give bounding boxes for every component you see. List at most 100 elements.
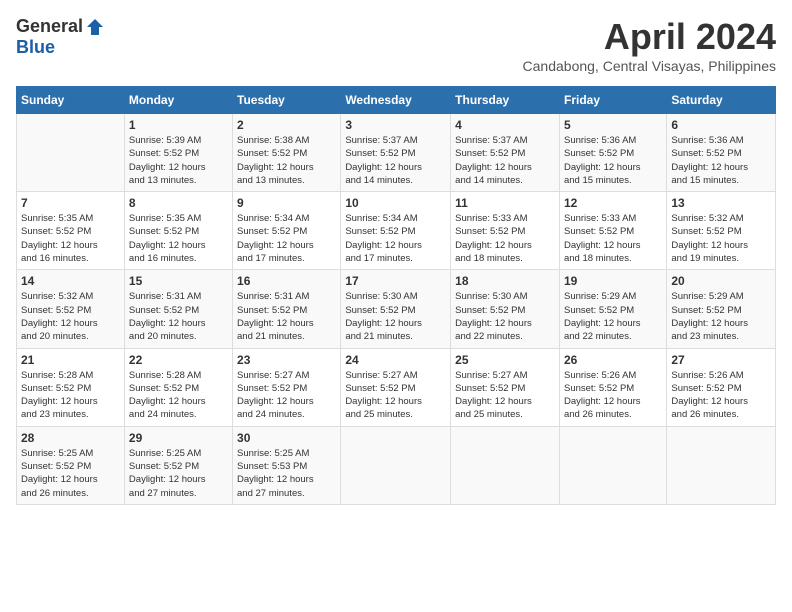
day-info: Sunrise: 5:33 AMSunset: 5:52 PMDaylight:… [455, 212, 555, 265]
calendar-cell [451, 426, 560, 504]
calendar-cell: 8 Sunrise: 5:35 AMSunset: 5:52 PMDaylight… [124, 192, 232, 270]
calendar-cell: 23 Sunrise: 5:27 AMSunset: 5:52 PMDayligh… [233, 348, 341, 426]
calendar-cell [341, 426, 451, 504]
location-text: Candabong, Central Visayas, Philippines [523, 58, 776, 74]
day-info: Sunrise: 5:34 AMSunset: 5:52 PMDaylight:… [345, 212, 446, 265]
day-info: Sunrise: 5:36 AMSunset: 5:52 PMDaylight:… [564, 134, 662, 187]
day-number: 23 [237, 353, 336, 367]
logo-icon [85, 17, 105, 37]
day-number: 28 [21, 431, 120, 445]
day-number: 14 [21, 274, 120, 288]
calendar-cell: 1 Sunrise: 5:39 AMSunset: 5:52 PMDaylight… [124, 114, 232, 192]
column-header-friday: Friday [559, 87, 666, 114]
calendar-cell: 25 Sunrise: 5:27 AMSunset: 5:52 PMDayligh… [451, 348, 560, 426]
calendar-cell: 28 Sunrise: 5:25 AMSunset: 5:52 PMDayligh… [17, 426, 125, 504]
calendar-cell: 18 Sunrise: 5:30 AMSunset: 5:52 PMDayligh… [451, 270, 560, 348]
day-info: Sunrise: 5:32 AMSunset: 5:52 PMDaylight:… [21, 290, 120, 343]
day-number: 2 [237, 118, 336, 132]
day-number: 6 [671, 118, 771, 132]
calendar-week-row: 21Sunrise: 5:28 AMSunset: 5:52 PMDayligh… [17, 348, 776, 426]
column-header-wednesday: Wednesday [341, 87, 451, 114]
day-info: Sunrise: 5:37 AMSunset: 5:52 PMDaylight:… [345, 134, 446, 187]
calendar-cell: 21Sunrise: 5:28 AMSunset: 5:52 PMDayligh… [17, 348, 125, 426]
day-info: Sunrise: 5:28 AMSunset: 5:52 PMDaylight:… [21, 369, 120, 422]
day-info: Sunrise: 5:27 AMSunset: 5:52 PMDaylight:… [455, 369, 555, 422]
calendar-cell: 26 Sunrise: 5:26 AMSunset: 5:52 PMDayligh… [559, 348, 666, 426]
day-info: Sunrise: 5:28 AMSunset: 5:52 PMDaylight:… [129, 369, 228, 422]
day-number: 22 [129, 353, 228, 367]
day-number: 24 [345, 353, 446, 367]
day-number: 18 [455, 274, 555, 288]
logo-general-text: General [16, 16, 83, 37]
day-info: Sunrise: 5:25 AMSunset: 5:52 PMDaylight:… [21, 447, 120, 500]
day-info: Sunrise: 5:29 AMSunset: 5:52 PMDaylight:… [564, 290, 662, 343]
logo-blue-text: Blue [16, 37, 55, 58]
calendar-cell: 22 Sunrise: 5:28 AMSunset: 5:52 PMDayligh… [124, 348, 232, 426]
day-info: Sunrise: 5:30 AMSunset: 5:52 PMDaylight:… [345, 290, 446, 343]
calendar-cell: 14 Sunrise: 5:32 AMSunset: 5:52 PMDayligh… [17, 270, 125, 348]
day-number: 3 [345, 118, 446, 132]
day-info: Sunrise: 5:27 AMSunset: 5:52 PMDaylight:… [237, 369, 336, 422]
day-info: Sunrise: 5:31 AMSunset: 5:52 PMDaylight:… [237, 290, 336, 343]
day-number: 11 [455, 196, 555, 210]
day-number: 8 [129, 196, 228, 210]
calendar-cell: 30Sunrise: 5:25 AMSunset: 5:53 PMDayligh… [233, 426, 341, 504]
calendar-cell: 29Sunrise: 5:25 AMSunset: 5:52 PMDayligh… [124, 426, 232, 504]
calendar-cell: 19 Sunrise: 5:29 AMSunset: 5:52 PMDayligh… [559, 270, 666, 348]
day-number: 16 [237, 274, 336, 288]
day-info: Sunrise: 5:35 AMSunset: 5:52 PMDaylight:… [129, 212, 228, 265]
day-info: Sunrise: 5:32 AMSunset: 5:52 PMDaylight:… [671, 212, 771, 265]
calendar-cell [17, 114, 125, 192]
calendar-cell: 3 Sunrise: 5:37 AMSunset: 5:52 PMDaylight… [341, 114, 451, 192]
calendar-cell: 27Sunrise: 5:26 AMSunset: 5:52 PMDayligh… [667, 348, 776, 426]
day-info: Sunrise: 5:35 AMSunset: 5:52 PMDaylight:… [21, 212, 120, 265]
calendar-cell: 15Sunrise: 5:31 AMSunset: 5:52 PMDayligh… [124, 270, 232, 348]
calendar-cell: 13 Sunrise: 5:32 AMSunset: 5:52 PMDayligh… [667, 192, 776, 270]
calendar-cell: 12 Sunrise: 5:33 AMSunset: 5:52 PMDayligh… [559, 192, 666, 270]
calendar-cell: 17 Sunrise: 5:30 AMSunset: 5:52 PMDayligh… [341, 270, 451, 348]
calendar-cell: 7Sunrise: 5:35 AMSunset: 5:52 PMDaylight… [17, 192, 125, 270]
calendar-week-row: 28 Sunrise: 5:25 AMSunset: 5:52 PMDayligh… [17, 426, 776, 504]
day-number: 12 [564, 196, 662, 210]
day-info: Sunrise: 5:26 AMSunset: 5:52 PMDaylight:… [671, 369, 771, 422]
day-info: Sunrise: 5:27 AMSunset: 5:52 PMDaylight:… [345, 369, 446, 422]
column-header-saturday: Saturday [667, 87, 776, 114]
day-info: Sunrise: 5:33 AMSunset: 5:52 PMDaylight:… [564, 212, 662, 265]
title-section: April 2024 Candabong, Central Visayas, P… [523, 16, 776, 74]
day-number: 1 [129, 118, 228, 132]
day-number: 13 [671, 196, 771, 210]
day-info: Sunrise: 5:39 AMSunset: 5:52 PMDaylight:… [129, 134, 228, 187]
day-info: Sunrise: 5:34 AMSunset: 5:52 PMDaylight:… [237, 212, 336, 265]
day-number: 15 [129, 274, 228, 288]
day-number: 19 [564, 274, 662, 288]
day-number: 26 [564, 353, 662, 367]
day-info: Sunrise: 5:26 AMSunset: 5:52 PMDaylight:… [564, 369, 662, 422]
calendar-cell: 11 Sunrise: 5:33 AMSunset: 5:52 PMDayligh… [451, 192, 560, 270]
day-number: 25 [455, 353, 555, 367]
day-number: 10 [345, 196, 446, 210]
column-header-thursday: Thursday [451, 87, 560, 114]
day-number: 29 [129, 431, 228, 445]
day-number: 4 [455, 118, 555, 132]
calendar-cell: 16 Sunrise: 5:31 AMSunset: 5:52 PMDayligh… [233, 270, 341, 348]
calendar-cell: 20Sunrise: 5:29 AMSunset: 5:52 PMDayligh… [667, 270, 776, 348]
day-number: 17 [345, 274, 446, 288]
day-info: Sunrise: 5:37 AMSunset: 5:52 PMDaylight:… [455, 134, 555, 187]
calendar-header-row: SundayMondayTuesdayWednesdayThursdayFrid… [17, 87, 776, 114]
column-header-tuesday: Tuesday [233, 87, 341, 114]
calendar-cell: 10 Sunrise: 5:34 AMSunset: 5:52 PMDayligh… [341, 192, 451, 270]
calendar-cell: 4 Sunrise: 5:37 AMSunset: 5:52 PMDaylight… [451, 114, 560, 192]
day-info: Sunrise: 5:36 AMSunset: 5:52 PMDaylight:… [671, 134, 771, 187]
calendar-cell [667, 426, 776, 504]
calendar-week-row: 1 Sunrise: 5:39 AMSunset: 5:52 PMDaylight… [17, 114, 776, 192]
calendar-table: SundayMondayTuesdayWednesdayThursdayFrid… [16, 86, 776, 505]
page-header: General Blue April 2024 Candabong, Centr… [16, 16, 776, 74]
day-number: 20 [671, 274, 771, 288]
calendar-cell: 6 Sunrise: 5:36 AMSunset: 5:52 PMDaylight… [667, 114, 776, 192]
logo: General Blue [16, 16, 105, 58]
day-number: 9 [237, 196, 336, 210]
day-number: 30 [237, 431, 336, 445]
day-info: Sunrise: 5:30 AMSunset: 5:52 PMDaylight:… [455, 290, 555, 343]
calendar-week-row: 7Sunrise: 5:35 AMSunset: 5:52 PMDaylight… [17, 192, 776, 270]
column-header-sunday: Sunday [17, 87, 125, 114]
